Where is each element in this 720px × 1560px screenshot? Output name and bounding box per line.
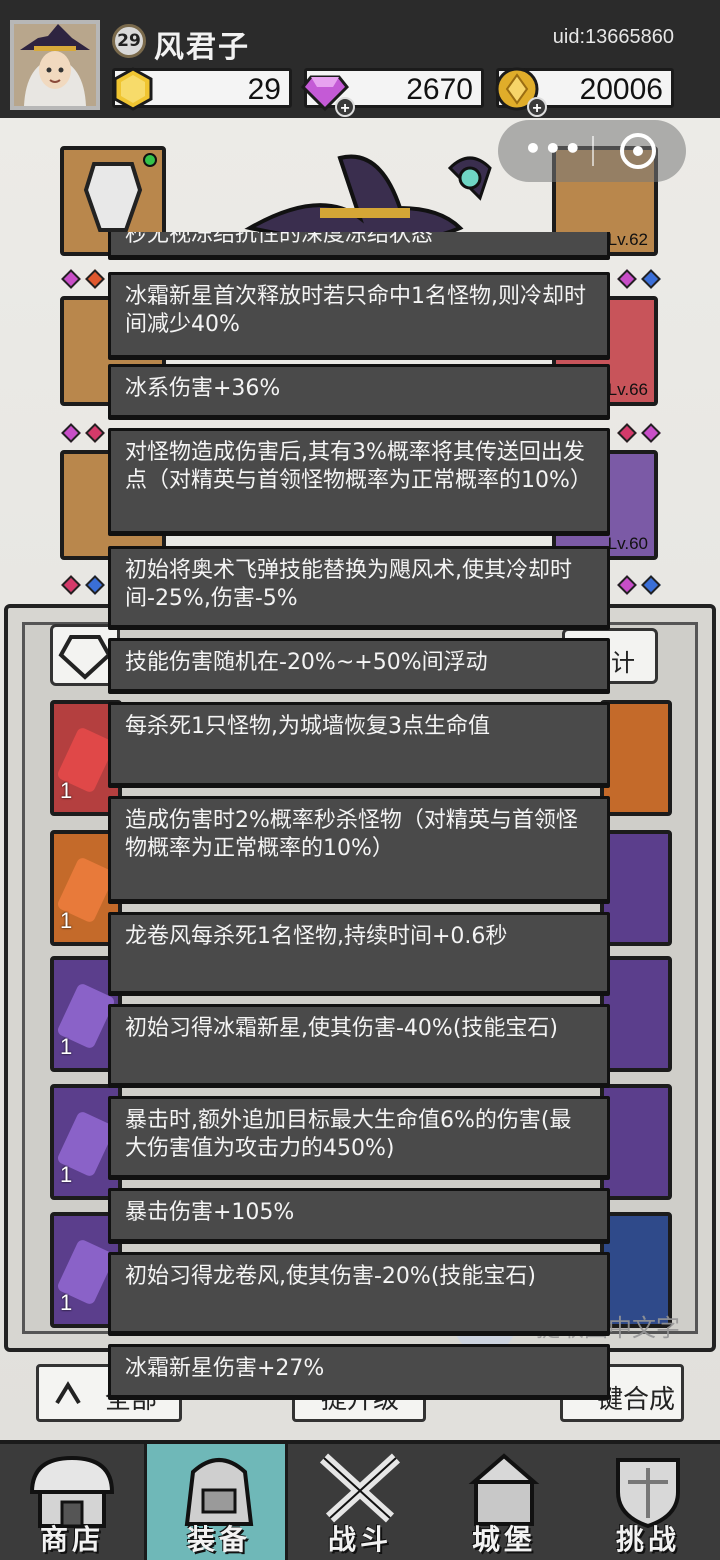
shop-icon (29, 1455, 115, 1528)
slot-level: Lv.60 (607, 534, 648, 553)
castle-icon (468, 1453, 540, 1526)
affix-text: 对怪物造成伤害后,其有3%概率将其传送回出发点（对精英与首领怪物概率为正常概率的… (125, 440, 592, 493)
affix-row: 造成伤害时2%概率秒杀怪物（对精英与首领怪物概率为正常概率的10%） (108, 796, 610, 902)
affix-row: 冰系伤害+36% (108, 364, 610, 418)
item-count: 1 (60, 1034, 73, 1059)
nav-label-challenge: 挑战 (615, 1523, 680, 1556)
affix-row: 初始习得龙卷风,使其伤害-20%(技能宝石) (108, 1252, 610, 1334)
top-bar: 29 风君子 uid:13665860 29 + 2670 + 20006 (0, 0, 720, 118)
affix-row: 秒无视冻结抗性的深度冻结状态 (108, 232, 610, 258)
affix-text: 秒无视冻结抗性的深度冻结状态 (125, 232, 434, 247)
affix-text: 技能伤害随机在-20%~+50%间浮动 (125, 650, 488, 675)
affix-text: 暴击时,额外追加目标最大生命值6%的伤害(最大伤害值为攻击力的450%) (125, 1108, 572, 1161)
coin-counter[interactable]: + 20006 (495, 67, 674, 117)
affix-text: 造成伤害时2%概率秒杀怪物（对精英与首领怪物概率为正常概率的10%） (125, 808, 578, 861)
item-count: 1 (60, 1162, 73, 1187)
inventory-item[interactable] (600, 956, 672, 1072)
affix-row: 每杀死1只怪物,为城墙恢复3点生命值 (108, 702, 610, 786)
inventory-item[interactable] (600, 700, 672, 816)
diamond-add-icon[interactable]: + (335, 97, 355, 117)
affix-text: 暴击伤害+105% (125, 1200, 295, 1225)
shield-icon (616, 1458, 680, 1528)
affix-text: 冰系伤害+36% (125, 376, 281, 401)
affix-text: 每杀死1只怪物,为城墙恢复3点生命值 (125, 714, 490, 739)
slot-level: Lv.62 (607, 230, 648, 249)
player-avatar[interactable] (10, 20, 100, 110)
affix-row: 对怪物造成伤害后,其有3%概率将其传送回出发点（对精英与首领怪物概率为正常概率的… (108, 428, 610, 534)
item-count: 1 (60, 778, 73, 803)
crossed-swords-icon (319, 1453, 401, 1523)
affix-tooltip: 秒无视冻结抗性的深度冻结状态 冰霜新星首次释放时若只命中1名怪物,则冷却时间减少… (108, 232, 610, 1400)
coin-add-icon[interactable]: + (527, 97, 547, 117)
inventory-item[interactable] (600, 1084, 672, 1200)
nav-tab-castle[interactable]: 城堡 (432, 1444, 576, 1560)
close-mini-program-icon[interactable] (620, 133, 656, 169)
inventory-tab-stats-label: 计 (611, 649, 635, 677)
capsule-divider (592, 136, 594, 166)
nav-label-battle: 战斗 (327, 1523, 392, 1556)
bottom-nav: 商店 装备 战斗 城堡 挑战 (0, 1440, 720, 1560)
nav-tab-equipment[interactable]: 装备 (144, 1444, 288, 1560)
affix-text: 初始习得冰霜新星,使其伤害-40%(技能宝石) (125, 1016, 558, 1041)
affix-row: 初始将奥术飞弹技能替换为飓风术,使其冷却时间-25%,伤害-5% (108, 546, 610, 628)
witch-portrait-icon (14, 24, 96, 106)
affix-text: 初始将奥术飞弹技能替换为飓风术,使其冷却时间-25%,伤害-5% (125, 558, 572, 611)
affix-row: 初始习得冰霜新星,使其伤害-40%(技能宝石) (108, 1004, 610, 1086)
gold-gem-counter[interactable]: 29 (112, 67, 292, 111)
affix-text: 冰霜新星伤害+27% (125, 1356, 325, 1381)
affix-row: 龙卷风每杀死1名怪物,持续时间+0.6秒 (108, 912, 610, 994)
affix-row: 技能伤害随机在-20%~+50%间浮动 (108, 638, 610, 692)
item-count: 1 (60, 908, 73, 933)
item-count: 1 (60, 1290, 73, 1315)
inventory-item[interactable] (600, 830, 672, 946)
nav-label-shop: 商店 (39, 1523, 104, 1556)
affix-row: 暴击伤害+105% (108, 1188, 610, 1242)
diamond-counter[interactable]: + 2670 (301, 68, 484, 117)
mini-program-capsule: ••• (498, 120, 686, 182)
affix-text: 初始习得龙卷风,使其伤害-20%(技能宝石) (125, 1264, 536, 1289)
more-options-icon[interactable]: ••• (524, 132, 584, 165)
affix-row: 暴击时,额外追加目标最大生命值6%的伤害(最大伤害值为攻击力的450%) (108, 1096, 610, 1178)
player-uid: uid:13665860 (552, 26, 674, 48)
affix-row: 冰霜新星伤害+27% (108, 1344, 610, 1398)
nav-tab-battle[interactable]: 战斗 (288, 1444, 432, 1560)
player-level-badge: 29 (112, 24, 146, 58)
backpack-icon (184, 1458, 254, 1526)
diamond-value: 2670 (406, 73, 473, 106)
coin-value: 20006 (579, 73, 663, 106)
chevron-up-icon (55, 1381, 81, 1405)
slot-level: Lv.66 (607, 380, 648, 399)
affix-text: 冰霜新星首次释放时若只命中1名怪物,则冷却时间减少40% (125, 284, 586, 337)
nav-label-castle: 城堡 (471, 1523, 536, 1556)
affix-row: 冰霜新星首次释放时若只命中1名怪物,则冷却时间减少40% (108, 272, 610, 358)
affix-text: 龙卷风每杀死1名怪物,持续时间+0.6秒 (125, 924, 508, 949)
nav-label-equipment: 装备 (186, 1523, 251, 1556)
gold-gem-value: 29 (247, 73, 281, 106)
player-name: 风君子 (154, 30, 250, 65)
gold-gem-icon (113, 67, 153, 111)
nav-tab-shop[interactable]: 商店 (0, 1444, 144, 1560)
nav-tab-challenge[interactable]: 挑战 (576, 1444, 720, 1560)
